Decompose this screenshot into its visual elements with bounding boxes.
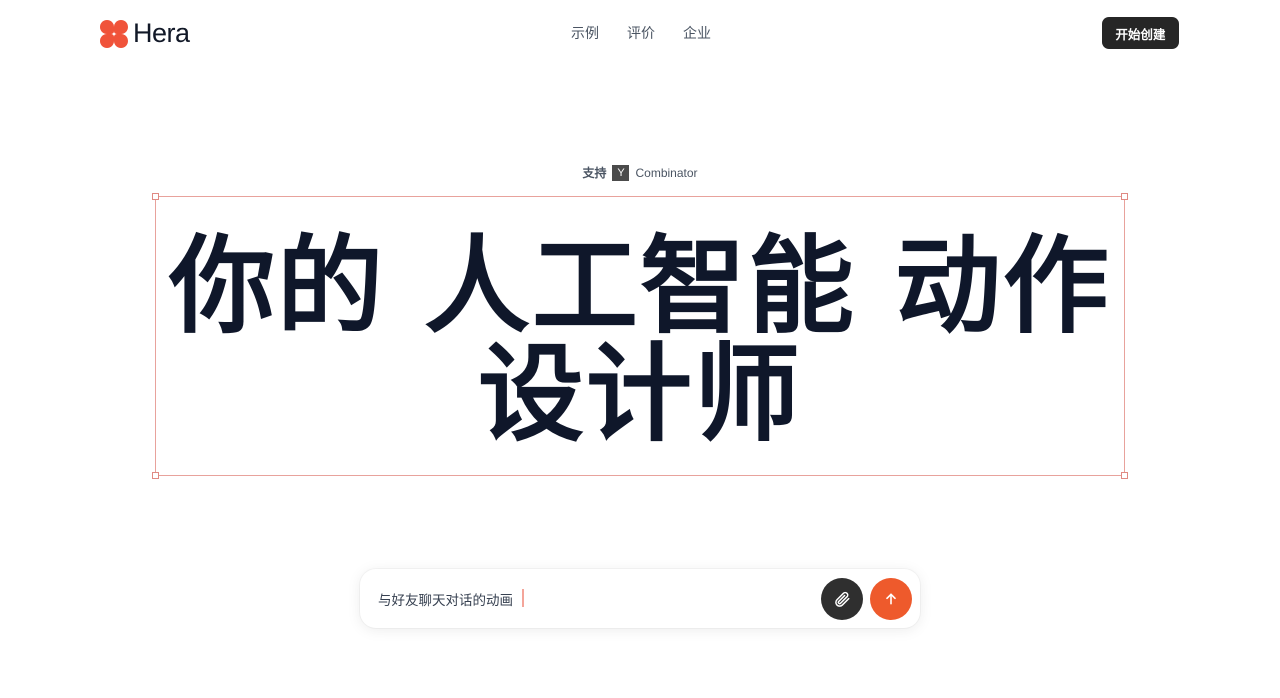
backed-label: 支持 [582,166,607,180]
yc-name: Combinator [635,165,698,180]
arrow-up-icon [886,593,896,605]
flower-logo-icon [100,19,128,48]
yc-logo-icon: Y [612,164,630,181]
hero-headline-line-2: 设计师 [478,333,802,456]
resize-handle-top-right[interactable] [1121,193,1128,200]
start-creating-button[interactable]: 开始创建 [1102,17,1179,49]
hero-headline-line-1: 你的 人工智能 动作 [169,225,1111,348]
hero-headline: 你的 人工智能 动作 设计师 [156,233,1124,449]
headline-selection-frame: 你的 人工智能 动作 设计师 [152,193,1128,479]
prompt-bar [360,569,920,628]
resize-handle-bottom-left[interactable] [152,472,159,479]
main-nav: 示例 评价 企业 [571,23,711,43]
resize-handle-bottom-right[interactable] [1121,472,1128,479]
nav-item-examples[interactable]: 示例 [571,23,599,43]
page: Hera 示例 评价 企业 开始创建 支持 Y Combinator 你的 人工… [0,0,1280,698]
backed-by: 支持 Y Combinator [0,164,1280,181]
nav-item-enterprise[interactable]: 企业 [683,23,711,43]
site-header: Hera 示例 评价 企业 开始创建 [0,0,1280,66]
paperclip-icon [835,591,850,607]
nav-item-reviews[interactable]: 评价 [627,23,655,43]
attach-button[interactable] [821,578,863,620]
resize-handle-top-left[interactable] [152,193,159,200]
prompt-input[interactable] [378,588,808,610]
brand-name: Hera [133,18,190,48]
text-caret [522,589,524,607]
brand-logo[interactable]: Hera [100,18,190,49]
send-button[interactable] [870,578,912,620]
